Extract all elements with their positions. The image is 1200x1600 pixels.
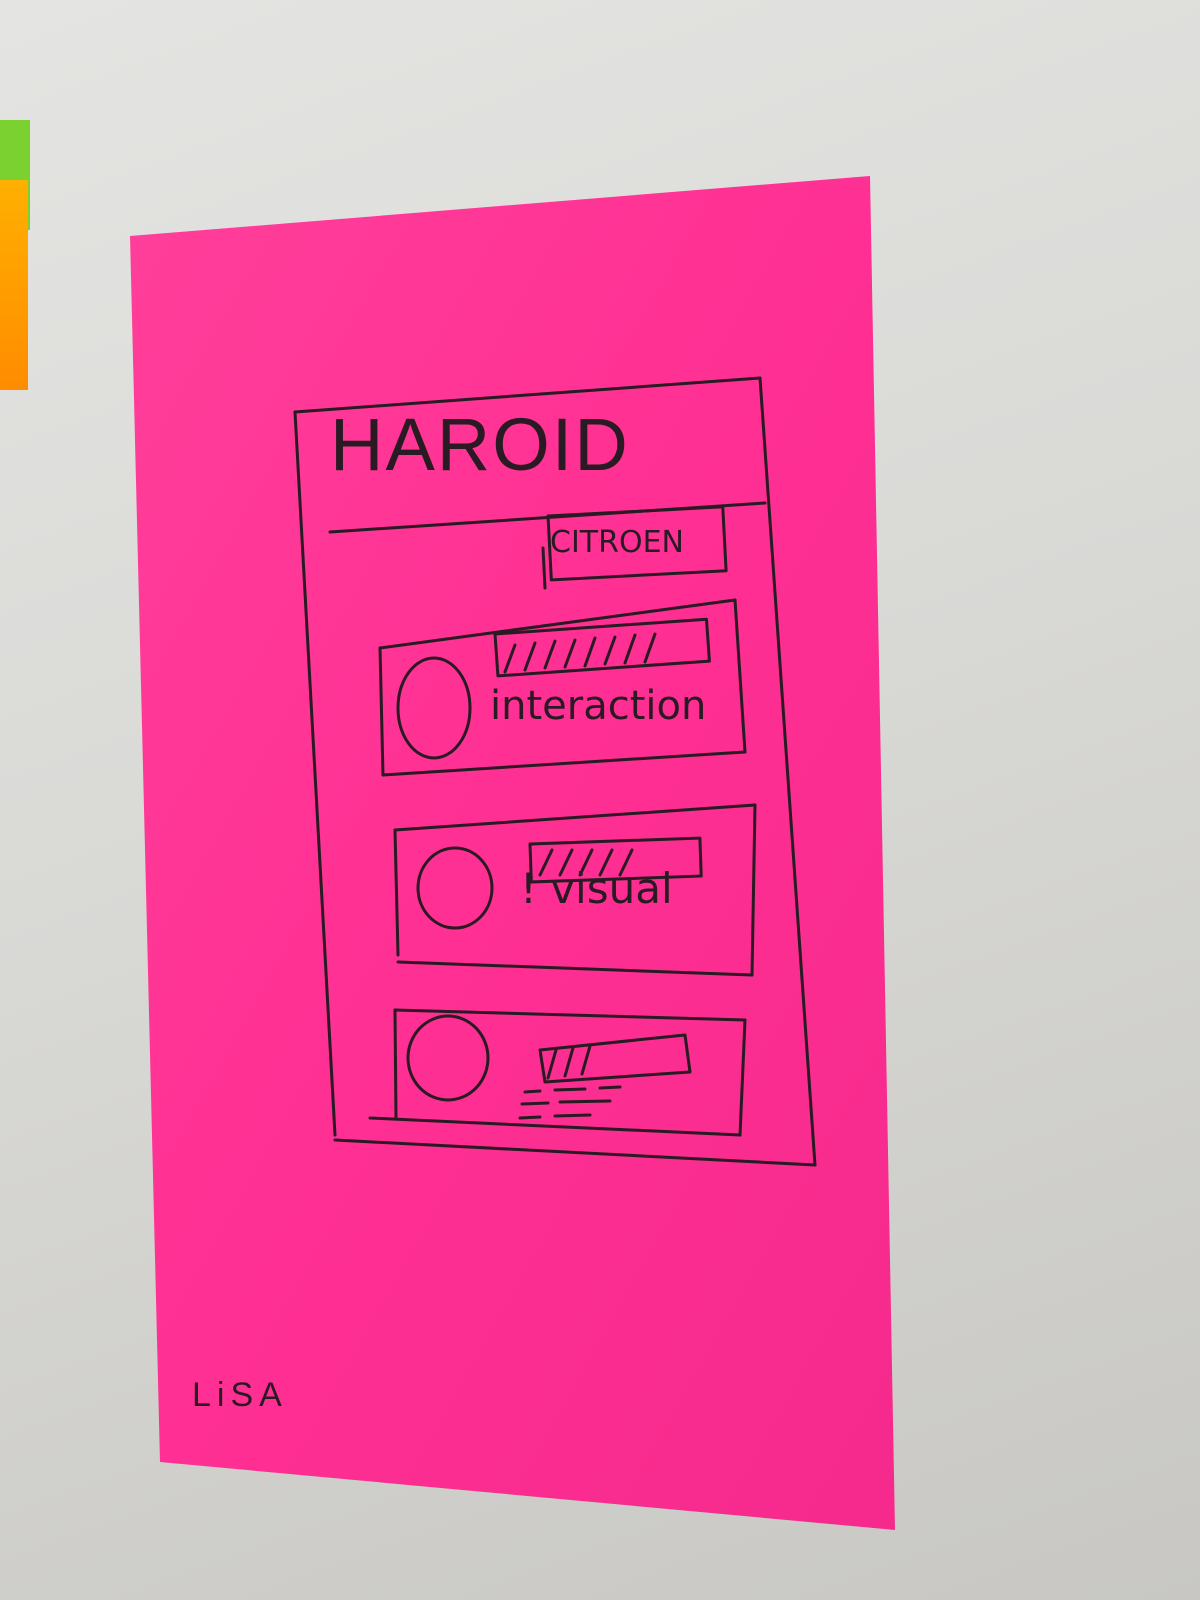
card-third[interactable] xyxy=(368,1008,747,1137)
citroen-button-label[interactable]: CITROEN xyxy=(550,528,684,558)
app-title: HAROID xyxy=(330,403,630,486)
card-avatar xyxy=(396,656,472,760)
card-text-lines xyxy=(518,1085,622,1120)
card-avatar xyxy=(406,1014,490,1102)
author-signature: LiSA xyxy=(192,1376,288,1414)
card-progress-fill xyxy=(546,1044,592,1080)
card-avatar xyxy=(416,846,494,930)
card-progress-bar xyxy=(538,1033,692,1084)
card-label-visual: ! visual xyxy=(520,864,673,913)
card-label-interaction: interaction xyxy=(490,683,707,729)
wireframe-sketch xyxy=(293,376,817,1167)
